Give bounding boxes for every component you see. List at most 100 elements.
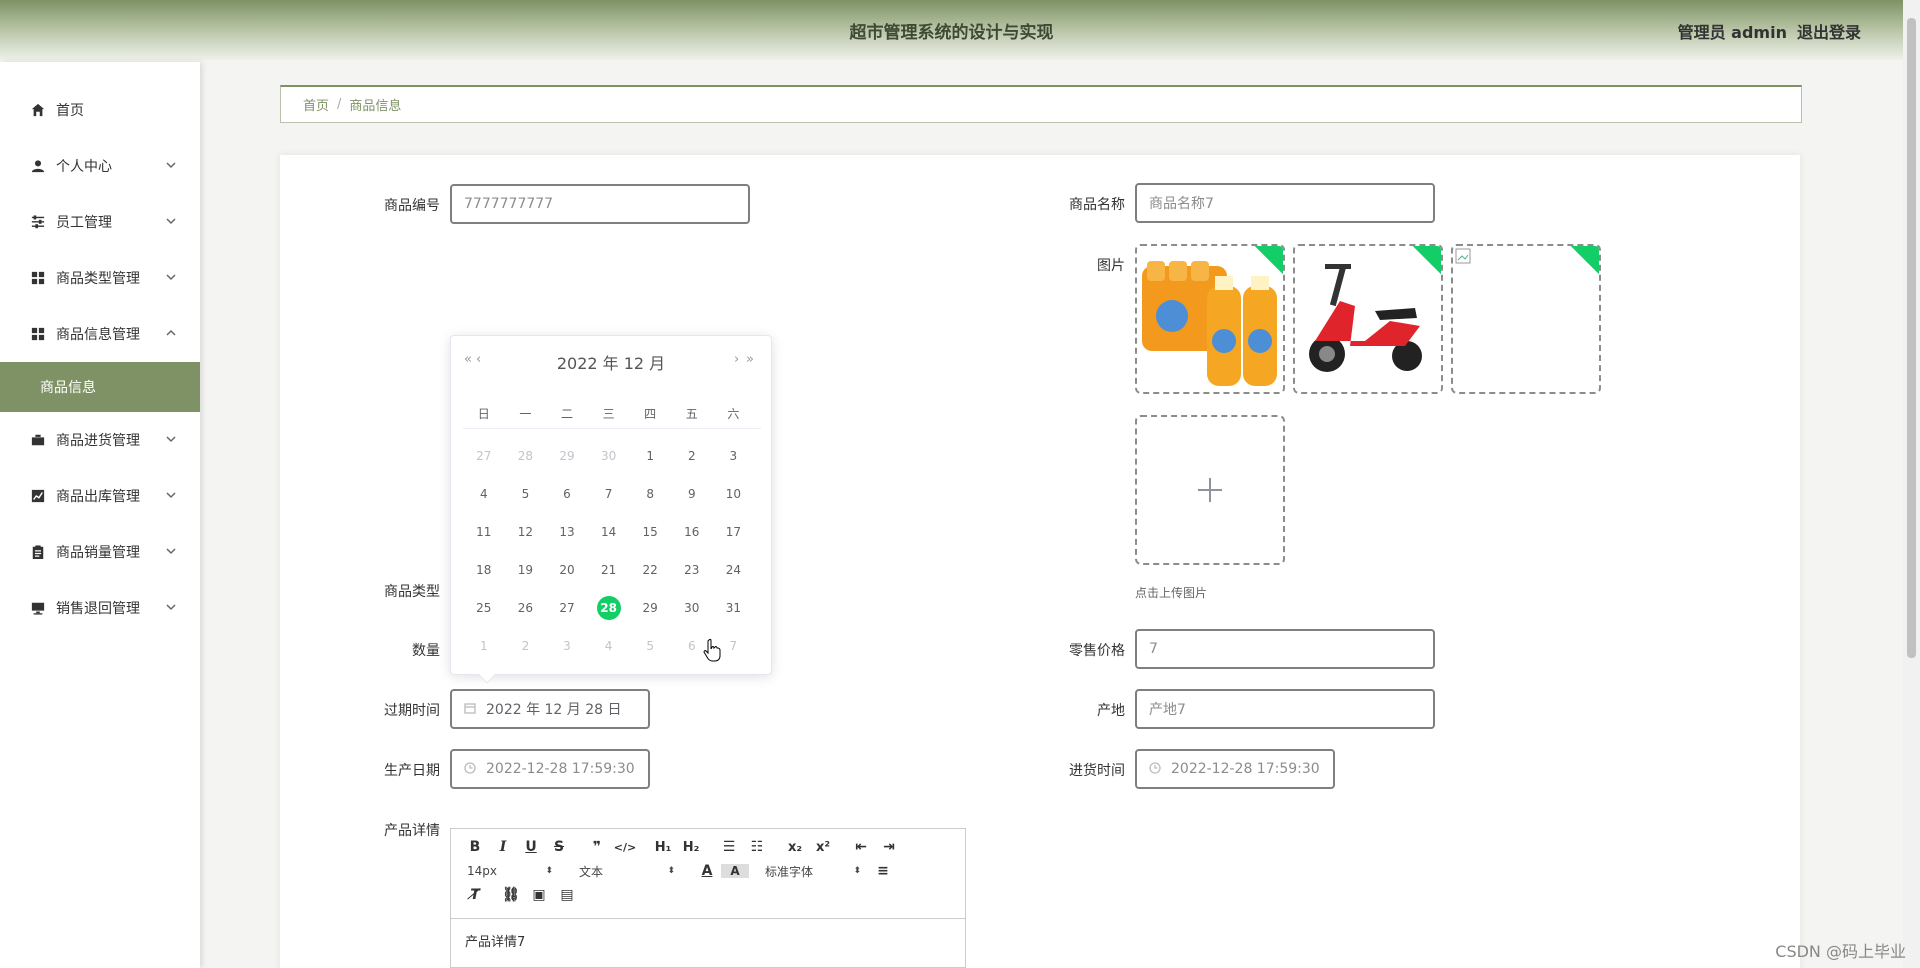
image-thumb-broken[interactable] [1451,244,1601,394]
underline-button[interactable]: U [517,839,545,855]
calendar-day[interactable]: 30 [671,601,713,615]
calendar-day[interactable]: 25 [463,601,505,615]
price-label: 零售价格 [1069,643,1125,659]
price-field[interactable]: 7 [1135,629,1435,669]
calendar-day[interactable]: 17 [713,525,755,539]
blockquote-icon[interactable]: ❞ [583,839,611,855]
next-year-button[interactable]: » [746,352,754,367]
calendar-day[interactable]: 9 [671,487,713,501]
calendar-day[interactable]: 11 [463,525,505,539]
calendar-day[interactable]: 15 [629,525,671,539]
outdent-icon[interactable]: ⇤ [847,839,875,855]
logout-link[interactable]: 退出登录 [1797,23,1861,42]
breadcrumb-home[interactable]: 首页 [303,95,329,114]
calendar-day[interactable]: 19 [505,563,547,577]
align-icon[interactable]: ≡ [869,863,897,879]
calendar-day[interactable]: 18 [463,563,505,577]
origin-field[interactable]: 产地7 [1135,689,1435,729]
calendar-day[interactable]: 27 [546,601,588,615]
sidebar-item-purchase[interactable]: 商品进货管理 [0,412,200,468]
font-family-select[interactable]: 标准字体 ⬍ [759,863,869,880]
calendar-day[interactable]: 8 [629,487,671,501]
font-color-icon[interactable]: A [693,863,721,879]
video-icon[interactable]: ▤ [553,887,581,903]
bullet-list-icon[interactable]: ☷ [743,839,771,855]
font-size-select[interactable]: 14px ⬍ [461,864,561,878]
calendar-day[interactable]: 3 [546,639,588,653]
background-color-icon[interactable]: A [721,864,749,878]
sidebar-item-personal[interactable]: 个人中心 [0,138,200,194]
indent-icon[interactable]: ⇥ [875,839,903,855]
user-role-name: 管理员 admin [1677,23,1787,42]
calendar-day[interactable]: 10 [713,487,755,501]
app-title: 超市管理系统的设计与实现 [849,23,1054,43]
calendar-day[interactable]: 2 [505,639,547,653]
calendar-day[interactable]: 5 [505,487,547,501]
calendar-day[interactable]: 4 [463,487,505,501]
superscript-button[interactable]: x² [809,840,837,855]
calendar-day-selected[interactable]: 28 [588,596,630,620]
link-icon[interactable]: ⛓ [497,887,525,903]
calendar-day[interactable]: 3 [713,449,755,463]
calendar-day[interactable]: 7 [588,487,630,501]
calendar-day[interactable]: 6 [546,487,588,501]
code-field[interactable]: 7777777777 [450,184,750,224]
heading1-button[interactable]: H₁ [649,840,677,855]
weekday-label: 四 [644,407,657,421]
calendar-day[interactable]: 4 [588,639,630,653]
calendar-day[interactable]: 23 [671,563,713,577]
image-thumb-drink[interactable] [1135,244,1285,394]
calendar-day[interactable]: 16 [671,525,713,539]
calendar-day[interactable]: 21 [588,563,630,577]
image-icon[interactable]: ▣ [525,887,553,903]
scrollbar-thumb[interactable] [1907,18,1916,658]
calendar-day[interactable]: 13 [546,525,588,539]
calendar-day[interactable]: 29 [629,601,671,615]
watermark: CSDN @码上毕业 [1775,942,1906,961]
italic-button[interactable]: I [489,839,517,855]
production-date-label: 生产日期 [384,763,440,779]
sidebar-item-outbound[interactable]: 商品出库管理 [0,468,200,524]
calendar-day[interactable]: 28 [505,449,547,463]
calendar-day[interactable]: 27 [463,449,505,463]
expire-date-picker[interactable]: 2022 年 12 月 28 日 [450,689,650,729]
sidebar-item-goods-info[interactable]: 商品信息管理 [0,306,200,362]
editor-content[interactable]: 产品详情7 [451,919,965,962]
sidebar-item-home[interactable]: 首页 [0,82,200,138]
header-select[interactable]: 文本 ⬍ [573,863,683,880]
ordered-list-icon[interactable]: ☰ [715,839,743,855]
sidebar-item-staff[interactable]: 员工管理 [0,194,200,250]
calendar-day[interactable]: 30 [588,449,630,463]
calendar-day[interactable]: 12 [505,525,547,539]
calendar-day[interactable]: 1 [629,449,671,463]
image-thumb-scooter[interactable] [1293,244,1443,394]
calendar-day[interactable]: 1 [463,639,505,653]
image-upload-button[interactable] [1135,415,1285,565]
subscript-button[interactable]: x₂ [781,840,809,855]
calendar-grid: 日一二三四五六 27 28 29 30 1 2 3 4 5 6 7 8 9 10 11 12 13 14 15 16 17… [463,399,761,665]
calendar-day[interactable]: 2 [671,449,713,463]
strike-button[interactable]: S [545,839,573,855]
calendar-day[interactable]: 20 [546,563,588,577]
broken-image-icon [1455,248,1471,264]
next-month-button[interactable]: › [734,352,739,367]
page-scrollbar[interactable] [1903,0,1920,968]
sidebar-item-sales[interactable]: 商品销量管理 [0,524,200,580]
calendar-day[interactable]: 29 [546,449,588,463]
name-field[interactable]: 商品名称7 [1135,183,1435,223]
calendar-day[interactable]: 31 [713,601,755,615]
calendar-day[interactable]: 24 [713,563,755,577]
calendar-day[interactable]: 5 [629,639,671,653]
code-block-icon[interactable]: </> [611,841,639,854]
calendar-day[interactable]: 14 [588,525,630,539]
sidebar-subitem-goods-info[interactable]: 商品信息 [0,362,200,412]
sidebar-item-goods-type[interactable]: 商品类型管理 [0,250,200,306]
bold-button[interactable]: B [461,839,489,855]
clear-format-icon[interactable]: T̸ [461,887,489,903]
production-date-picker[interactable]: 2022-12-28 17:59:30 [450,749,650,789]
calendar-day[interactable]: 22 [629,563,671,577]
heading2-button[interactable]: H₂ [677,840,705,855]
calendar-day[interactable]: 26 [505,601,547,615]
sidebar-item-returns[interactable]: 销售退回管理 [0,580,200,636]
purchase-time-picker[interactable]: 2022-12-28 17:59:30 [1135,749,1335,789]
